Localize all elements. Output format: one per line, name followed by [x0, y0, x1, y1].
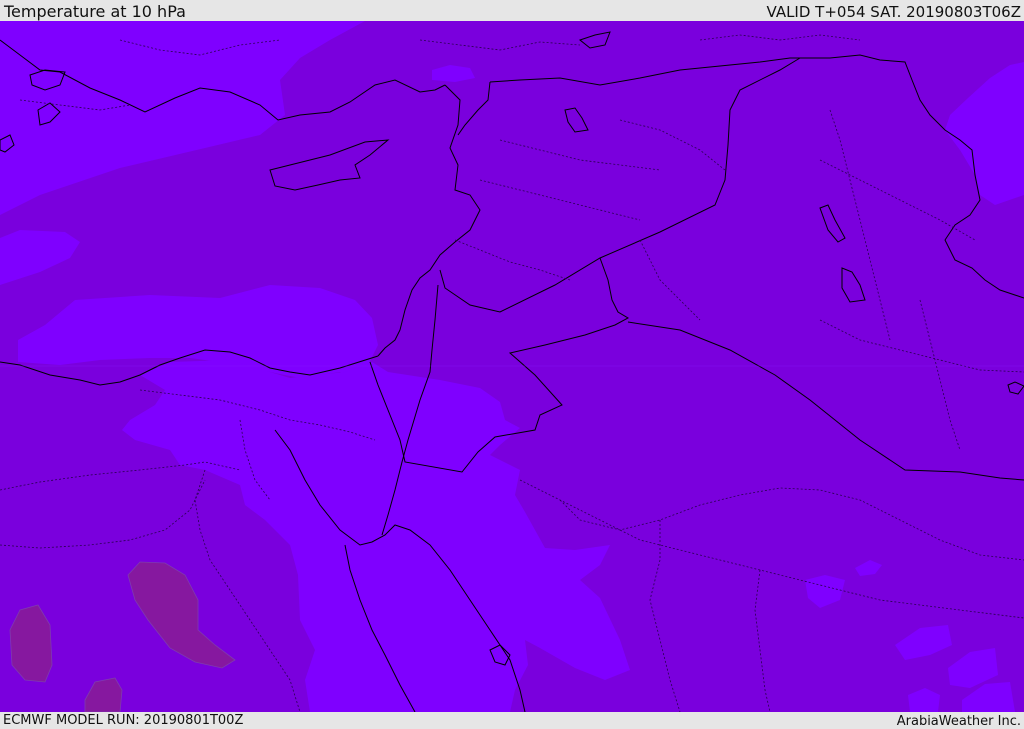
model-run: ECMWF MODEL RUN: 20190801T00Z: [3, 713, 244, 728]
valid-time: VALID T+054 SAT. 20190803T06Z: [766, 3, 1021, 21]
credit: ArabiaWeather Inc.: [896, 714, 1021, 729]
map-title: Temperature at 10 hPa: [4, 2, 186, 21]
footer-bar: ECMWF MODEL RUN: 20190801T00Z ArabiaWeat…: [0, 712, 1024, 729]
map-canvas: [0, 21, 1024, 712]
header-bar: Temperature at 10 hPa VALID T+054 SAT. 2…: [0, 0, 1024, 21]
